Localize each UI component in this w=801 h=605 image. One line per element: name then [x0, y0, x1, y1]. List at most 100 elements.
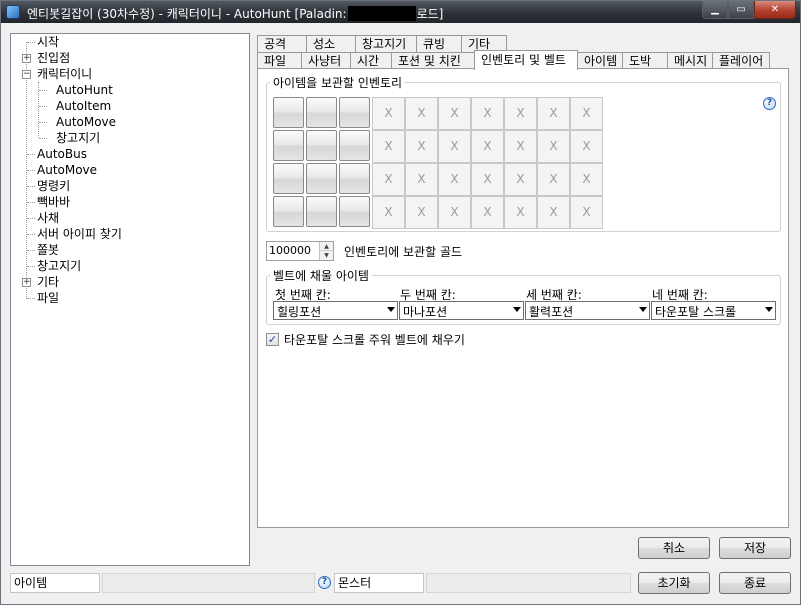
- cancel-button[interactable]: 취소: [638, 537, 710, 559]
- tree-item-baal[interactable]: 빽바바: [37, 194, 70, 210]
- inventory-cell[interactable]: X: [570, 163, 603, 196]
- stash-slot-button[interactable]: [306, 196, 337, 227]
- inventory-cell[interactable]: X: [471, 97, 504, 130]
- tree-item-entry[interactable]: 진입점: [37, 50, 70, 66]
- tree-line: [39, 138, 47, 139]
- tree-item-autohunt[interactable]: AutoHunt: [56, 82, 113, 98]
- tree-item-misc[interactable]: 기타: [37, 274, 59, 290]
- collapse-icon[interactable]: −: [22, 70, 31, 79]
- tab-attack[interactable]: 공격: [257, 35, 307, 52]
- tree-item-autobus[interactable]: AutoBus: [37, 146, 87, 162]
- inventory-cell[interactable]: X: [537, 97, 570, 130]
- tab-hunting-ground[interactable]: 사냥터: [301, 52, 351, 69]
- reset-button[interactable]: 초기화: [638, 572, 710, 594]
- tree-item-file[interactable]: 파일: [37, 290, 59, 306]
- tab-inventory-belt[interactable]: 인벤토리 및 벨트: [474, 50, 578, 70]
- inventory-cell[interactable]: X: [405, 130, 438, 163]
- inventory-cell[interactable]: X: [504, 196, 537, 229]
- inventory-cell[interactable]: X: [438, 163, 471, 196]
- tree-line: [27, 186, 35, 187]
- tab-message[interactable]: 메시지: [667, 52, 713, 69]
- belt-slot-1-value: 힐링포션: [277, 305, 322, 319]
- expand-icon[interactable]: +: [22, 54, 31, 63]
- stash-slot-button[interactable]: [273, 163, 304, 194]
- inventory-cell[interactable]: X: [405, 97, 438, 130]
- tree-item-character[interactable]: 캐릭터이니: [37, 66, 92, 82]
- stash-slot-button[interactable]: [306, 130, 337, 161]
- inventory-cell[interactable]: X: [438, 130, 471, 163]
- inventory-cell[interactable]: X: [570, 97, 603, 130]
- tree-line: [27, 218, 35, 219]
- inventory-cell[interactable]: X: [471, 163, 504, 196]
- save-button[interactable]: 저장: [719, 537, 791, 559]
- tab-sanctuary[interactable]: 성소: [306, 35, 356, 52]
- belt-slot-1-select[interactable]: 힐링포션: [273, 301, 398, 320]
- stash-slot-button[interactable]: [306, 97, 337, 128]
- stash-slot-button[interactable]: [273, 130, 304, 161]
- inventory-cell[interactable]: X: [405, 196, 438, 229]
- exit-button[interactable]: 종료: [719, 572, 791, 594]
- belt-slot-3-select[interactable]: 활력포션: [525, 301, 650, 320]
- tree-item-loan[interactable]: 사채: [37, 210, 59, 226]
- stash-slot-button[interactable]: [339, 97, 370, 128]
- inventory-cell[interactable]: X: [537, 196, 570, 229]
- spin-down-icon[interactable]: ▼: [319, 251, 333, 260]
- tree-item-hotkeys[interactable]: 명령키: [37, 178, 70, 194]
- help-icon[interactable]: ?: [763, 97, 776, 110]
- stash-slot-button[interactable]: [339, 163, 370, 194]
- stash-slot-button[interactable]: [273, 97, 304, 128]
- title-bar[interactable]: 엔티봇길잡이 (30차수정) - 캐릭터이니 - AutoHunt [Palad…: [1, 1, 800, 23]
- minimize-button[interactable]: ▁: [702, 1, 728, 19]
- tree-item-warehouse-root[interactable]: 창고지기: [37, 258, 81, 274]
- stash-slot-button[interactable]: [306, 163, 337, 194]
- belt-slot-2-select[interactable]: 마나포션: [399, 301, 524, 320]
- tab-player[interactable]: 플레이어: [712, 52, 770, 69]
- inventory-cell[interactable]: X: [372, 130, 405, 163]
- tree-item-start[interactable]: 시작: [37, 34, 59, 50]
- inventory-cell[interactable]: X: [471, 196, 504, 229]
- maximize-button[interactable]: ▭: [728, 1, 754, 19]
- tab-items[interactable]: 아이템: [577, 52, 623, 69]
- stash-slot-button[interactable]: [339, 196, 370, 227]
- townportal-label[interactable]: 타운포탈 스크롤 주워 벨트에 채우기: [284, 331, 465, 348]
- inventory-cell[interactable]: X: [405, 163, 438, 196]
- gold-spinbox[interactable]: 100000 ▲ ▼: [266, 241, 334, 261]
- inventory-cell[interactable]: X: [570, 196, 603, 229]
- tab-time[interactable]: 시간: [350, 52, 392, 69]
- tree-item-server-ip[interactable]: 서버 아이피 찾기: [37, 226, 122, 242]
- inventory-cell[interactable]: X: [438, 97, 471, 130]
- stash-slot-button[interactable]: [339, 130, 370, 161]
- tab-cubing[interactable]: 큐빙: [416, 35, 462, 52]
- tree-line: [39, 122, 47, 123]
- inventory-cell[interactable]: X: [471, 130, 504, 163]
- inventory-cell[interactable]: X: [537, 130, 570, 163]
- tree-item-automove[interactable]: AutoMove: [56, 114, 116, 130]
- stash-slot-button[interactable]: [273, 196, 304, 227]
- minimize-icon: ▁: [711, 4, 719, 15]
- close-button[interactable]: ✕: [754, 1, 796, 19]
- inventory-cell[interactable]: X: [372, 163, 405, 196]
- inventory-cell[interactable]: X: [504, 163, 537, 196]
- settings-tree[interactable]: 시작 + 진입점 − 캐릭터이니 AutoHunt AutoItem AutoM…: [10, 33, 250, 566]
- inventory-cell[interactable]: X: [537, 163, 570, 196]
- tab-potion-chicken[interactable]: 포션 및 치킨: [391, 52, 475, 69]
- inventory-cell[interactable]: X: [372, 196, 405, 229]
- tree-item-follower-bot[interactable]: 쫄봇: [37, 242, 59, 258]
- tree-item-warehouse[interactable]: 창고지기: [56, 130, 100, 146]
- tab-file[interactable]: 파일: [257, 52, 302, 69]
- tree-item-autoitem[interactable]: AutoItem: [56, 98, 111, 114]
- tab-warehouse[interactable]: 창고지기: [355, 35, 417, 52]
- status-help-icon[interactable]: ?: [318, 576, 331, 589]
- spin-up-icon[interactable]: ▲: [319, 242, 333, 251]
- inventory-cell[interactable]: X: [504, 97, 537, 130]
- tab-gamble[interactable]: 도박: [622, 52, 668, 69]
- inventory-cell[interactable]: X: [570, 130, 603, 163]
- belt-slot-4-select[interactable]: 타운포탈 스크롤: [651, 301, 776, 320]
- townportal-checkbox[interactable]: ✓: [266, 333, 279, 346]
- belt-group-label: 벨트에 채울 아이템: [273, 269, 369, 283]
- tree-item-automove-root[interactable]: AutoMove: [37, 162, 97, 178]
- inventory-cell[interactable]: X: [438, 196, 471, 229]
- inventory-cell[interactable]: X: [504, 130, 537, 163]
- inventory-cell[interactable]: X: [372, 97, 405, 130]
- expand-icon[interactable]: +: [22, 278, 31, 287]
